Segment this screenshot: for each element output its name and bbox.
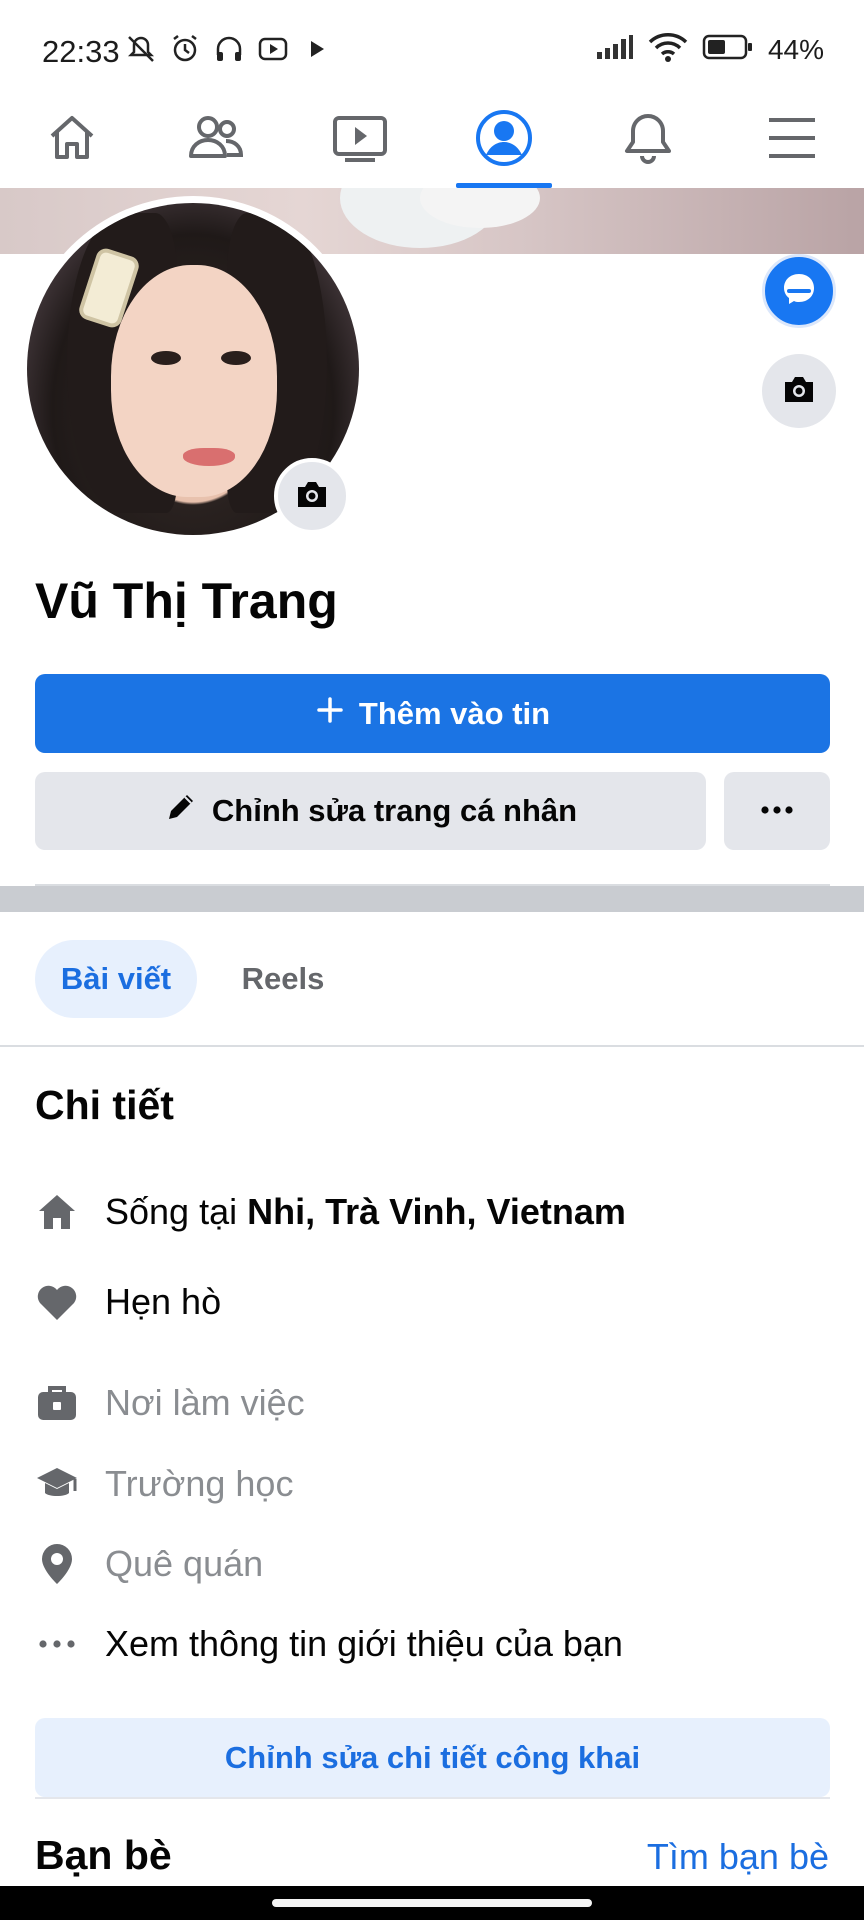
divider bbox=[0, 1045, 864, 1047]
mute-icon bbox=[124, 32, 158, 66]
edit-public-details-button[interactable]: Chỉnh sửa chi tiết công khai bbox=[35, 1718, 830, 1797]
plus-icon bbox=[315, 695, 345, 733]
add-story-button[interactable]: Thêm vào tin bbox=[35, 674, 830, 753]
divider bbox=[35, 1797, 830, 1799]
home-icon bbox=[35, 1190, 79, 1234]
detail-hometown[interactable]: Quê quán bbox=[35, 1536, 263, 1592]
hometown-text: Quê quán bbox=[105, 1543, 264, 1584]
video-icon bbox=[331, 110, 389, 171]
nav-friends[interactable] bbox=[144, 92, 288, 188]
camera-icon bbox=[294, 478, 330, 515]
cover-camera-button[interactable] bbox=[762, 354, 836, 428]
details-title: Chi tiết bbox=[35, 1082, 174, 1128]
workplace-text: Nơi làm việc bbox=[105, 1382, 305, 1423]
more-icon bbox=[760, 802, 794, 820]
messenger-button[interactable] bbox=[762, 254, 836, 328]
signal-icon bbox=[596, 34, 634, 65]
heart-icon bbox=[35, 1280, 79, 1324]
tab-reels[interactable]: Reels bbox=[218, 940, 348, 1018]
battery-percent: 44% bbox=[767, 33, 824, 65]
wifi-icon bbox=[648, 32, 688, 67]
briefcase-icon bbox=[35, 1381, 79, 1425]
nav-video[interactable] bbox=[288, 92, 432, 188]
section-separator bbox=[0, 886, 864, 912]
play-store-icon bbox=[300, 32, 334, 66]
detail-relationship: Hẹn hò bbox=[35, 1274, 221, 1330]
status-bar: 22:33 44% bbox=[0, 0, 864, 92]
avatar-camera-button[interactable] bbox=[274, 458, 350, 534]
nav-home[interactable] bbox=[0, 92, 144, 188]
menu-icon bbox=[765, 114, 819, 167]
status-notification-icons bbox=[124, 32, 334, 66]
youtube-icon bbox=[256, 32, 290, 66]
location-pin-icon bbox=[35, 1542, 79, 1586]
find-friends-link[interactable]: Tìm bạn bè bbox=[647, 1836, 829, 1878]
edit-profile-button[interactable]: Chỉnh sửa trang cá nhân bbox=[35, 772, 706, 850]
see-about-text: Xem thông tin giới thiệu của bạn bbox=[105, 1623, 623, 1664]
bell-icon bbox=[621, 110, 675, 171]
camera-icon bbox=[781, 373, 817, 410]
alarm-icon bbox=[168, 32, 202, 66]
detail-see-about[interactable]: Xem thông tin giới thiệu của bạn bbox=[35, 1616, 623, 1672]
pencil-icon bbox=[164, 790, 198, 832]
nav-profile[interactable] bbox=[432, 92, 576, 188]
edit-profile-label: Chỉnh sửa trang cá nhân bbox=[211, 793, 578, 828]
status-time: 22:33 bbox=[42, 34, 120, 69]
detail-school[interactable]: Trường học bbox=[35, 1456, 293, 1512]
friends-icon bbox=[186, 110, 246, 171]
profile-name: Vũ Thị Trang bbox=[35, 573, 338, 629]
add-story-label: Thêm vào tin bbox=[358, 695, 551, 731]
status-right: 44% bbox=[596, 32, 824, 67]
lives-in-prefix: Sống tại bbox=[105, 1191, 248, 1232]
battery-icon bbox=[702, 33, 754, 66]
top-nav bbox=[0, 92, 864, 188]
tab-posts[interactable]: Bài viết bbox=[35, 940, 197, 1018]
relationship-text: Hẹn hò bbox=[105, 1281, 222, 1322]
home-indicator[interactable] bbox=[272, 1899, 592, 1907]
school-text: Trường học bbox=[105, 1463, 294, 1504]
nav-menu[interactable] bbox=[720, 92, 864, 188]
friends-title: Bạn bè bbox=[35, 1832, 172, 1878]
home-icon bbox=[44, 110, 100, 171]
detail-lives-in: Sống tại Nhi, Trà Vinh, Vietnam bbox=[35, 1184, 626, 1240]
more-options-button[interactable] bbox=[724, 772, 830, 850]
more-icon bbox=[35, 1622, 79, 1666]
headphones-icon bbox=[212, 32, 246, 66]
messenger-icon bbox=[779, 269, 819, 314]
profile-icon bbox=[475, 109, 533, 172]
lives-in-place[interactable]: Nhi, Trà Vinh, Vietnam bbox=[247, 1191, 626, 1232]
detail-workplace[interactable]: Nơi làm việc bbox=[35, 1375, 305, 1431]
graduation-cap-icon bbox=[35, 1462, 79, 1506]
nav-notifications[interactable] bbox=[576, 92, 720, 188]
